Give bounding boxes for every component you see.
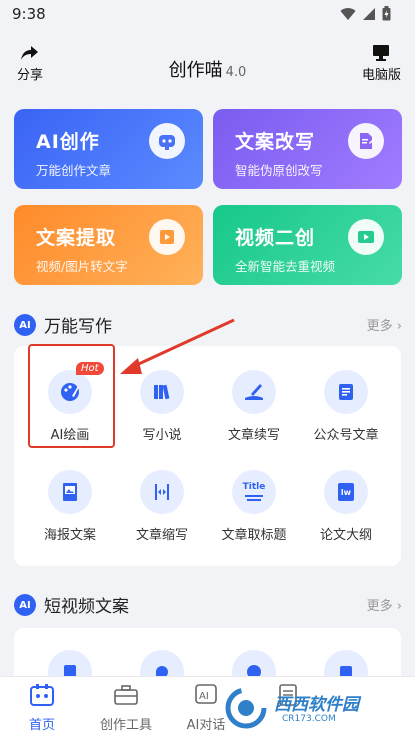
copy-rewrite-card[interactable]: 文案改写 智能伪原创改写	[213, 109, 402, 189]
poster-icon	[48, 470, 92, 514]
tool-label: 文章缩写	[135, 528, 188, 543]
tool-label: 文章取标题	[221, 528, 287, 543]
app-name: 创作喵	[168, 60, 223, 81]
tool-label: 论文大纲	[319, 528, 372, 543]
video-remix-card[interactable]: 视频二创 全新智能去重视频	[213, 205, 402, 285]
watermark-swirl-icon	[225, 687, 267, 729]
robot-icon	[149, 123, 185, 159]
section-title: 短视频文案	[44, 597, 129, 617]
nav-label: 创作工具	[99, 718, 152, 733]
status-icons	[340, 6, 391, 21]
video-remix-icon	[348, 219, 384, 255]
signal-icon	[363, 7, 375, 20]
toolbox-icon	[114, 685, 138, 705]
card-subtitle: 全新智能去重视频	[235, 259, 336, 274]
monitor-icon	[373, 45, 390, 61]
wifi-icon	[340, 7, 356, 20]
title-icon: Title	[232, 470, 276, 514]
ai-badge-icon: AI	[14, 594, 36, 616]
ai-chat-icon: AI	[195, 684, 217, 704]
arrow-annotation	[120, 318, 235, 374]
watermark-brand: 西西软件园	[274, 695, 359, 715]
nav-home[interactable]: 首页	[2, 683, 82, 733]
battery-icon	[382, 6, 391, 21]
watermark-logo: 西西软件园 CR173.COM	[222, 684, 412, 734]
tool-label: 文章续写	[227, 428, 280, 443]
home-icon	[30, 684, 54, 706]
tool-label: 海报文案	[43, 528, 96, 543]
card-subtitle: 视频/图片转文字	[36, 259, 128, 274]
status-bar: 9:38	[0, 0, 415, 32]
thesis-glyph: lw	[340, 487, 352, 497]
section-title: 万能写作	[44, 317, 112, 337]
more-link[interactable]: 更多 ›	[367, 595, 402, 614]
pc-version-button[interactable]: 电脑版	[362, 44, 401, 83]
tool-shorten-article[interactable]: 文章缩写	[114, 470, 210, 543]
pc-version-label: 电脑版	[361, 68, 401, 83]
title-glyph: Title	[242, 482, 266, 492]
thesis-icon: lw	[324, 470, 368, 514]
card-subtitle: 万能创作文章	[36, 163, 112, 178]
ai-create-card[interactable]: AI创作 万能创作文章	[14, 109, 203, 189]
more-link[interactable]: 更多 ›	[367, 315, 402, 334]
page-title: 创作喵 4.0	[0, 56, 415, 82]
nav-creation-tools[interactable]: 创作工具	[86, 683, 166, 733]
edit-doc-icon	[348, 123, 384, 159]
tool-article-title[interactable]: Title 文章取标题	[206, 470, 302, 543]
highlight-box	[28, 344, 115, 448]
compress-icon	[140, 470, 184, 514]
tool-thesis-outline[interactable]: lw 论文大纲	[298, 470, 394, 543]
tool-label: 公众号文章	[313, 428, 379, 443]
article-icon	[324, 370, 368, 414]
video-extract-icon	[149, 219, 185, 255]
watermark-site: CR173.COM	[282, 714, 336, 724]
tool-poster-copy[interactable]: 海报文案	[22, 470, 118, 543]
nav-label: 首页	[28, 718, 55, 733]
short-video-section-header: AI 短视频文案 更多 ›	[14, 592, 402, 618]
copy-extract-card[interactable]: 文案提取 视频/图片转文字	[14, 205, 203, 285]
tool-wechat-article[interactable]: 公众号文章	[298, 370, 394, 443]
status-time: 9:38	[12, 5, 46, 23]
tool-label: 写小说	[142, 428, 182, 443]
svg-text:AI: AI	[199, 691, 209, 702]
card-subtitle: 智能伪原创改写	[235, 163, 323, 178]
app-version: 4.0	[225, 65, 247, 80]
ai-badge-icon: AI	[14, 314, 36, 336]
